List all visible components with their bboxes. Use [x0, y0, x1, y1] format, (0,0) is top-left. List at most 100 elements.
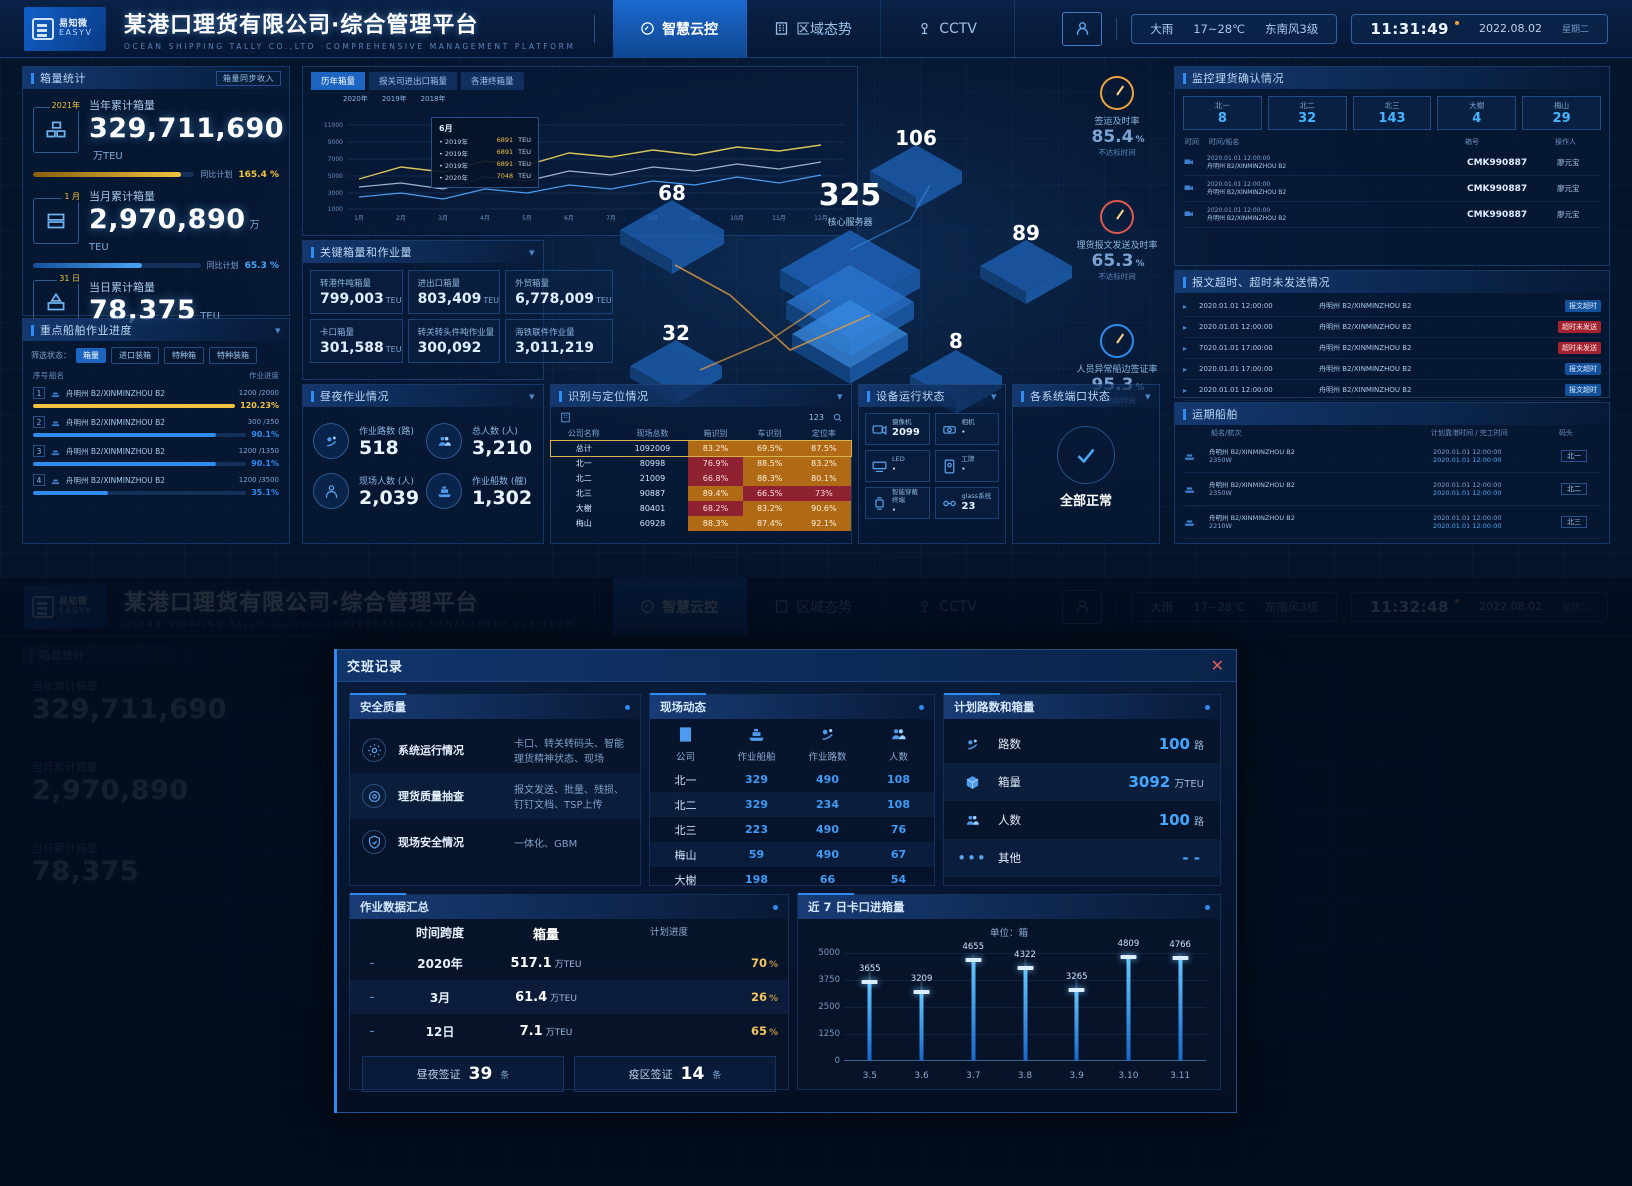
- site-routes: 66: [819, 873, 836, 886]
- chart-bar: 4766 3.11: [1169, 940, 1191, 1081]
- work-summary-row[interactable]: - 3月 61.4 万TEU 26%: [350, 980, 788, 1014]
- clock-widget: 11:31:49 2022.08.02 星期二: [1351, 13, 1608, 44]
- late-msg-row[interactable]: ▸ 2020.01.01 12:00:00 舟明州 B2/XINMINZHOU …: [1183, 317, 1601, 338]
- work-summary-row[interactable]: - 12日 7.1 万TEU 65%: [350, 1014, 788, 1048]
- work-amount: 517.1 万TEU: [510, 955, 582, 971]
- header-right: 大雨 17~28℃ 东南风3级 11:31:49 2022.08.02 星期二: [1062, 11, 1632, 46]
- site-company: 大榭: [674, 873, 697, 887]
- expand-toggle-icon[interactable]: -: [350, 990, 394, 1005]
- monitor-row[interactable]: 2020.01.01 12:00:00 舟明州 B2/XINMINZHOU B2…: [1183, 202, 1601, 228]
- close-icon[interactable]: ✕: [1211, 657, 1224, 674]
- chart-bar-value: 3265: [1065, 972, 1088, 983]
- collapse-dot-icon[interactable]: [625, 704, 630, 710]
- collapse-dot-icon[interactable]: [1205, 704, 1210, 710]
- work-amount: 61.4 万TEU: [515, 989, 577, 1005]
- late-msg-row[interactable]: ▸ 7020.01.01 17:00:00 舟明州 B2/XINMINZHOU …: [1183, 338, 1601, 359]
- svg-text:32: 32: [662, 321, 690, 345]
- header-divider-2: [1116, 17, 1118, 40]
- panel-system-ports: 各系统端口状态 ▾ 全部正常: [1012, 384, 1160, 544]
- ship-progress-row[interactable]: 1 舟明州 B2/XINMINZHOU B2 1200 /2000 120.23…: [23, 384, 289, 413]
- tooltip-row: • 2019年 6891 TEU: [439, 160, 531, 170]
- building-icon: [676, 725, 695, 744]
- scheduled-ship-row[interactable]: 舟明州 B2/XINMINZHOU B2 2350W 2020.01.01 12…: [1183, 473, 1601, 506]
- scheduled-ship-row[interactable]: 舟明州 B2/XINMINZHOU B2 2210W 2020.01.01 12…: [1183, 506, 1601, 539]
- ship-progress-row[interactable]: 2 舟明州 B2/XINMINZHOU B2 300 /350 90.1%: [23, 413, 289, 442]
- filter-chip-0[interactable]: 箱量: [76, 348, 106, 363]
- monitor-op: 廖元宝: [1557, 184, 1580, 193]
- monitor-chip-label: 梅山: [1554, 101, 1570, 110]
- late-msg-row[interactable]: ▸ 2020.01.01 17:00:00 舟明州 B2/XINMINZHOU …: [1183, 359, 1601, 380]
- panel-recognition-title: 识别与定位情况 ▾: [551, 385, 851, 407]
- monitor-confirm-list: 2020.01.01 12:00:00 舟明州 B2/XINMINZHOU B2…: [1175, 150, 1609, 228]
- sched-t1: 2020.01.01 12:00:00: [1433, 447, 1502, 456]
- camera-icon: [1184, 211, 1193, 216]
- late-msg-row[interactable]: ▸ 2020.01.01 12:00:00 舟明州 B2/XINMINZHOU …: [1183, 380, 1601, 401]
- recognition-count: 123: [808, 413, 824, 422]
- scheduled-ship-row[interactable]: 舟明州 B2/XINMINZHOU B2 2350W 2020.01.01 12…: [1183, 440, 1601, 473]
- panel-device-state-title: 设备运行状态 ▾: [859, 385, 1005, 407]
- tab-port-volume[interactable]: 各港终箱量: [461, 72, 524, 90]
- shift-record-dialog: 交班记录 ✕ 安全质量 系统运行情况 卡口、转关转码头、智能理货精神状态、现场 …: [334, 649, 1237, 1113]
- plan-value: 100 路: [1158, 735, 1204, 753]
- kpi-month-label: 当月累计箱量: [89, 190, 155, 203]
- logo: 易知微 EASYV: [24, 6, 106, 51]
- app-root: 易知微 EASYV 某港口理货有限公司·综合管理平台 OCEAN SHIPPIN…: [0, 0, 1632, 1186]
- safety-quality-row[interactable]: 理货质量抽查 报文发送、批量、残损、钉钉文档、TSP上传: [350, 773, 640, 819]
- ship-name: 舟明州 B2/XINMINZHOU B2: [66, 388, 166, 398]
- tab-region[interactable]: 区域态势: [747, 0, 881, 58]
- monitor-chip[interactable]: 北二 32: [1267, 96, 1347, 130]
- user-button[interactable]: [1062, 11, 1103, 46]
- monitor-row[interactable]: 2020.01.01 12:00:00 舟明州 B2/XINMINZHOU B2…: [1183, 150, 1601, 176]
- container-icon: 2021年: [33, 100, 82, 153]
- main-nav: 智慧云控 区域态势 CCTV: [612, 0, 1015, 58]
- card-site-dynamics-title: 现场动态: [650, 695, 934, 719]
- safety-quality-row[interactable]: 现场安全情况 一体化、GBM: [350, 819, 640, 865]
- key-volume-card: 转港件吨箱量 799,003 TEU: [310, 270, 403, 314]
- search-icon[interactable]: [832, 412, 843, 423]
- work-summary-row[interactable]: - 2020年 517.1 万TEU 70%: [350, 946, 788, 980]
- filter-chip-3[interactable]: 特种装箱: [209, 347, 257, 364]
- filter-chip-1[interactable]: 进口装箱: [111, 347, 159, 364]
- safety-quality-row[interactable]: 系统运行情况 卡口、转关转码头、智能理货精神状态、现场: [350, 727, 640, 773]
- tab-cctv[interactable]: CCTV: [881, 0, 1015, 58]
- site-column-header: 作业船舶: [721, 725, 792, 763]
- svg-text:3月: 3月: [438, 215, 448, 222]
- expand-toggle-icon[interactable]: -: [350, 956, 394, 971]
- ship-progress-row[interactable]: 3 舟明州 B2/XINMINZHOU B2 1200 /1350 90.1%: [23, 442, 289, 471]
- svg-text:106: 106: [895, 126, 937, 150]
- key-volume-value: 6,778,009 TEU: [515, 291, 612, 307]
- badge-icon: [941, 458, 958, 475]
- box-stat-action[interactable]: 箱量同步收入: [216, 70, 281, 86]
- site-company: 梅山: [674, 848, 697, 862]
- dialog-title: 交班记录: [347, 660, 404, 675]
- collapse-dot-icon[interactable]: [1205, 904, 1210, 910]
- svg-text:10月: 10月: [730, 215, 744, 222]
- late-msg-row[interactable]: ▸ 2020.01.01 12:00:00 舟明州 B2/XINMINZHOU …: [1183, 296, 1601, 317]
- chart-y-tick: 1250: [818, 1029, 840, 1039]
- filter-chip-2[interactable]: 特种箱: [164, 347, 204, 364]
- tab-customs-volume[interactable]: 报关司进出口箱量: [369, 72, 458, 90]
- monitor-chip[interactable]: 北三 143: [1352, 96, 1432, 130]
- expand-toggle-icon[interactable]: -: [350, 1024, 394, 1039]
- monitor-ship: 舟明州 B2/XINMINZHOU B2: [1207, 214, 1287, 222]
- monitor-chip[interactable]: 北一 8: [1183, 96, 1262, 130]
- status-badge: 报文超时: [1565, 363, 1601, 375]
- collapse-dot-icon[interactable]: [919, 704, 924, 710]
- tab-smart-cloud[interactable]: 智慧云控: [612, 0, 747, 58]
- chart-bar-value: 4809: [1117, 939, 1140, 950]
- ship-progress-row[interactable]: 4 舟明州 B2/XINMINZHOU B2 1200 /3500 35.1%: [23, 471, 289, 500]
- plan-row: 路数 100 路: [944, 725, 1220, 763]
- tab-year-volume[interactable]: 历年箱量: [311, 72, 366, 90]
- key-volume-card: 卡口箱量 301,588 TEU: [310, 319, 403, 363]
- work-table-body: - 2020年 517.1 万TEU 70% - 3月 61.4 万TEU 26% - …: [350, 946, 788, 1048]
- heatmap-row: 北二 21009 66.8% 88.3% 80.1%: [551, 471, 851, 486]
- late-ship: 舟明州 B2/XINMINZHOU B2: [1319, 365, 1412, 373]
- monitor-row[interactable]: 2020.01.01 12:00:00 舟明州 B2/XINMINZHOU B2…: [1183, 176, 1601, 202]
- monitor-chip[interactable]: 大榭 4: [1437, 96, 1517, 130]
- ship-index: 1: [33, 387, 45, 399]
- chart-bar-value: 3655: [859, 964, 881, 975]
- safety-row-name: 系统运行情况: [398, 744, 464, 757]
- dialog-header: 交班记录 ✕: [335, 650, 1236, 682]
- monitor-chip[interactable]: 梅山 29: [1522, 96, 1601, 130]
- collapse-dot-icon[interactable]: [773, 904, 778, 910]
